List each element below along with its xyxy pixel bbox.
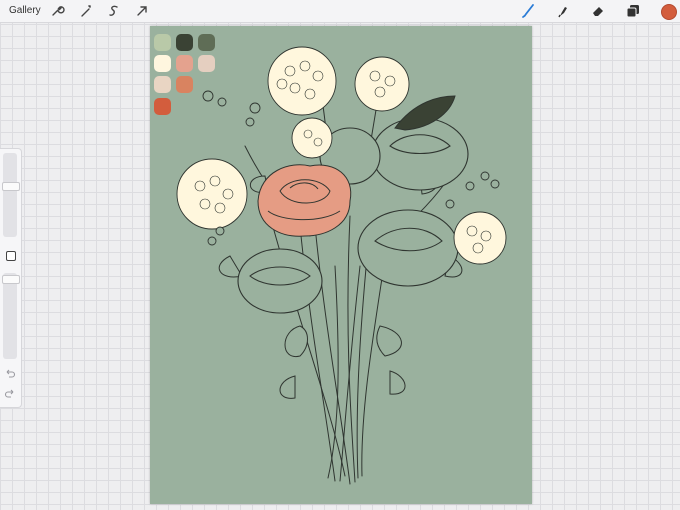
palette-color-chip[interactable] — [176, 34, 193, 51]
brush-icon[interactable] — [520, 3, 536, 19]
current-color-swatch[interactable] — [661, 4, 677, 20]
opacity-slider[interactable] — [2, 273, 20, 359]
drawing-canvas[interactable] — [150, 26, 532, 504]
undo-icon[interactable] — [4, 367, 16, 379]
palette-color-chip[interactable] — [198, 55, 215, 72]
modify-square-icon[interactable] — [6, 251, 16, 261]
transform-arrow-icon[interactable] — [134, 3, 150, 19]
gallery-button[interactable]: Gallery — [9, 5, 41, 16]
eraser-icon[interactable] — [590, 3, 606, 19]
top-toolbar: Gallery — [0, 0, 680, 23]
brush-size-slider[interactable] — [2, 153, 20, 237]
magic-wand-icon[interactable] — [78, 3, 94, 19]
palette-color-chip[interactable] — [176, 55, 193, 72]
brush-size-thumb[interactable] — [2, 182, 20, 191]
wrench-icon[interactable] — [49, 3, 65, 19]
palette-color-chip[interactable] — [154, 34, 171, 51]
palette-color-chip[interactable] — [176, 76, 193, 93]
palette-color-chip[interactable] — [198, 34, 215, 51]
redo-icon[interactable] — [4, 387, 16, 399]
color-palette — [154, 34, 224, 124]
smudge-icon[interactable] — [555, 3, 571, 19]
layers-icon[interactable] — [625, 3, 641, 19]
selection-icon[interactable] — [106, 3, 122, 19]
palette-color-chip[interactable] — [154, 76, 171, 93]
palette-color-chip[interactable] — [154, 55, 171, 72]
opacity-thumb[interactable] — [2, 275, 20, 284]
palette-color-chip[interactable] — [154, 98, 171, 115]
left-sidebar — [0, 148, 22, 408]
